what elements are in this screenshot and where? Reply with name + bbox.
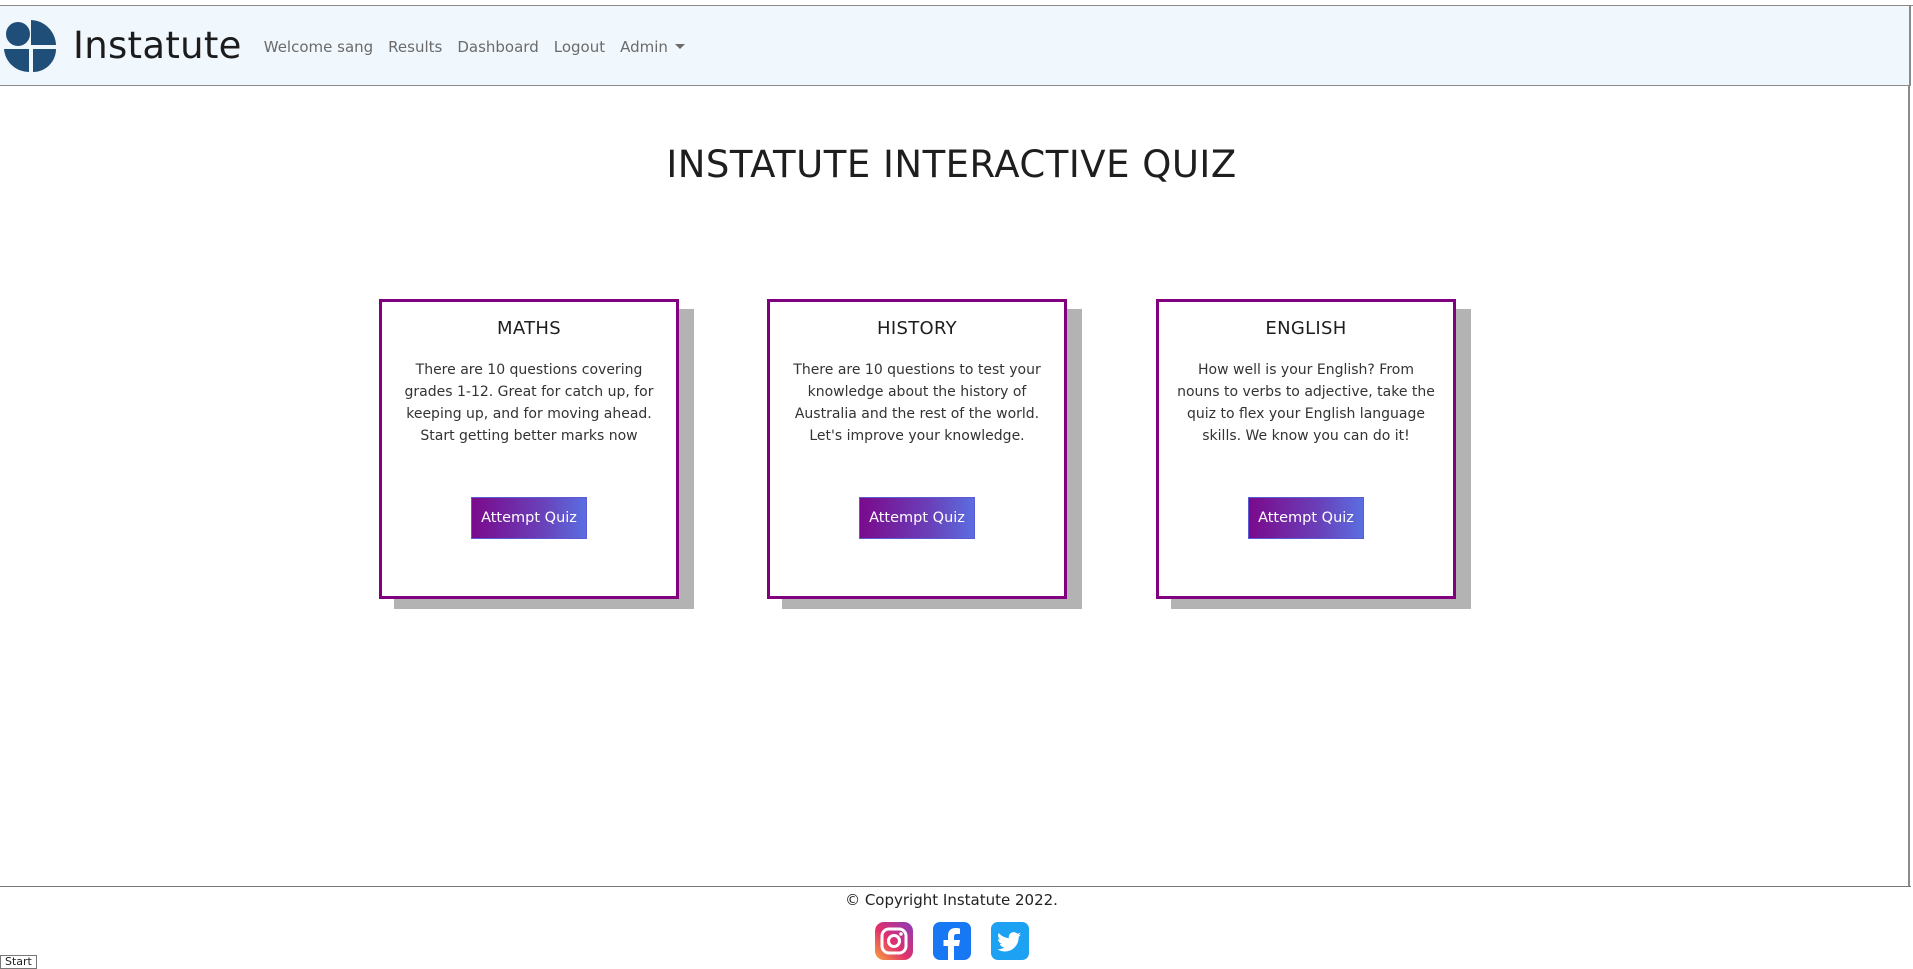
footer-divider bbox=[0, 886, 1911, 887]
nav-admin-dropdown[interactable]: Admin bbox=[620, 38, 685, 56]
footer-copyright: © Copyright Instatute 2022. bbox=[845, 891, 1058, 909]
quiz-card-history: HISTORY There are 10 questions to test y… bbox=[767, 299, 1082, 609]
facebook-icon[interactable] bbox=[933, 922, 971, 960]
attempt-quiz-button[interactable]: Attempt Quiz bbox=[859, 497, 975, 539]
card-body: MATHS There are 10 questions covering gr… bbox=[379, 299, 679, 599]
nav-dashboard[interactable]: Dashboard bbox=[457, 38, 538, 56]
page-title: INSTATUTE INTERACTIVE QUIZ bbox=[666, 143, 1237, 186]
card-title: ENGLISH bbox=[1265, 318, 1347, 339]
nav-logout[interactable]: Logout bbox=[554, 38, 605, 56]
brand-name: Instatute bbox=[73, 24, 242, 67]
card-text: There are 10 questions covering grades 1… bbox=[404, 362, 654, 444]
twitter-icon[interactable] bbox=[991, 922, 1029, 960]
navbar: Instatute Welcome sang Results Dashboard… bbox=[0, 6, 1911, 86]
card-body: ENGLISH How well is your English? From n… bbox=[1156, 299, 1456, 599]
card-text: How well is your English? From nouns to … bbox=[1177, 362, 1435, 444]
card-text: There are 10 questions to test your know… bbox=[793, 362, 1041, 444]
brand-link[interactable]: Instatute bbox=[4, 19, 242, 72]
taskbar-start-button[interactable]: Start bbox=[0, 955, 37, 969]
card-body: HISTORY There are 10 questions to test y… bbox=[767, 299, 1067, 599]
nav-welcome[interactable]: Welcome sang bbox=[264, 38, 373, 56]
social-links bbox=[875, 922, 1049, 960]
nav-links: Welcome sang Results Dashboard Logout Ad… bbox=[264, 38, 700, 56]
caret-down-icon bbox=[674, 43, 685, 49]
nav-results[interactable]: Results bbox=[388, 38, 442, 56]
logo-icon bbox=[4, 19, 56, 72]
attempt-quiz-button[interactable]: Attempt Quiz bbox=[471, 497, 587, 539]
card-title: HISTORY bbox=[877, 318, 957, 339]
instagram-icon[interactable] bbox=[875, 922, 913, 960]
nav-admin-label: Admin bbox=[620, 37, 668, 56]
quiz-card-maths: MATHS There are 10 questions covering gr… bbox=[379, 299, 694, 609]
window-right-edge bbox=[1908, 86, 1910, 887]
card-title: MATHS bbox=[497, 318, 561, 339]
quiz-card-english: ENGLISH How well is your English? From n… bbox=[1156, 299, 1471, 609]
attempt-quiz-button[interactable]: Attempt Quiz bbox=[1248, 497, 1364, 539]
